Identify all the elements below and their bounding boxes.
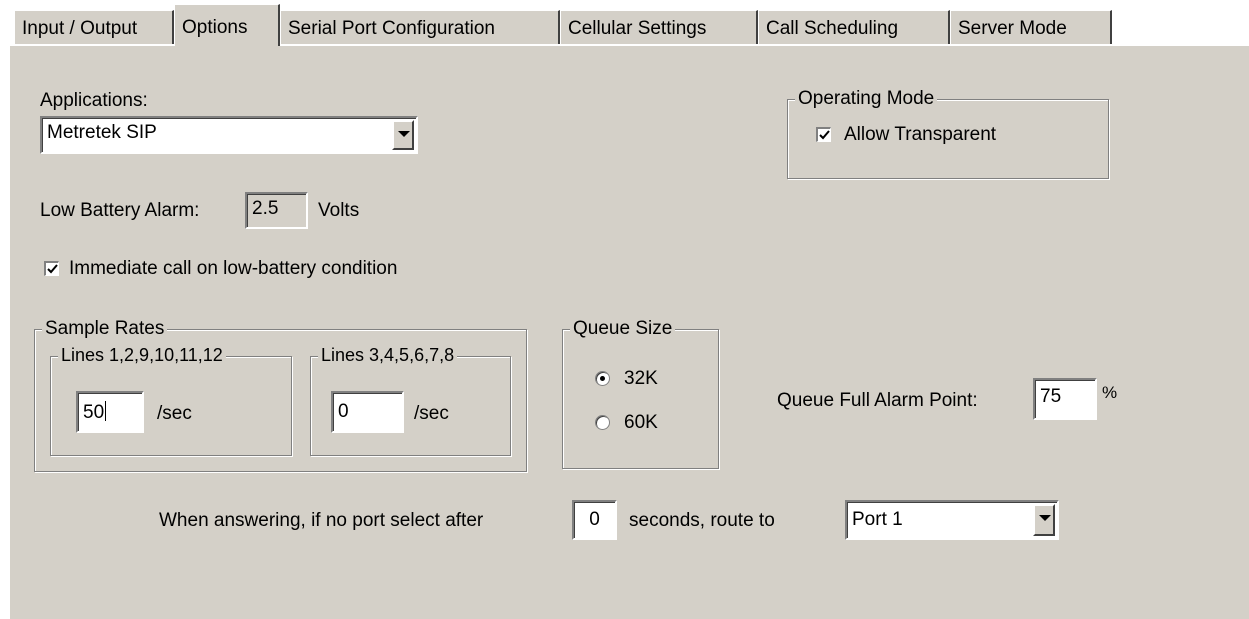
lines-2-title: Lines 3,4,5,6,7,8 bbox=[318, 345, 458, 366]
queue-full-label: Queue Full Alarm Point: bbox=[777, 390, 978, 411]
check-icon bbox=[47, 264, 58, 274]
tab-options[interactable]: Options bbox=[174, 4, 280, 46]
queue-full-input[interactable]: 75 bbox=[1033, 378, 1097, 420]
tab-call-scheduling[interactable]: Call Scheduling bbox=[758, 10, 950, 44]
allow-transparent-checkbox[interactable] bbox=[816, 127, 831, 142]
queue-size-group: Queue Size bbox=[562, 318, 719, 469]
tab-strip: Input / Output Options Serial Port Confi… bbox=[0, 0, 1249, 46]
applications-value: Metretek SIP bbox=[47, 122, 157, 143]
lines-2-rate-input[interactable]: 0 bbox=[331, 391, 404, 433]
lines-2-rate-value: 0 bbox=[338, 401, 349, 422]
tab-server-mode[interactable]: Server Mode bbox=[950, 10, 1112, 44]
allow-transparent-label: Allow Transparent bbox=[844, 124, 997, 145]
queue-size-title: Queue Size bbox=[570, 318, 676, 340]
queue-32k-radio[interactable] bbox=[595, 371, 610, 386]
route-port-dropdown[interactable]: Port 1 bbox=[845, 500, 1059, 540]
text-caret bbox=[105, 401, 107, 421]
low-battery-field[interactable]: 2.5 bbox=[245, 192, 308, 229]
immediate-call-label: Immediate call on low-battery condition bbox=[69, 258, 398, 279]
lines-1-title: Lines 1,2,9,10,11,12 bbox=[58, 345, 226, 366]
volts-label: Volts bbox=[318, 200, 360, 221]
queue-full-value: 75 bbox=[1040, 386, 1062, 407]
answering-prefix: When answering, if no port select after bbox=[159, 510, 484, 531]
route-port-value: Port 1 bbox=[852, 509, 903, 530]
answering-suffix: seconds, route to bbox=[629, 510, 775, 531]
tab-input-output[interactable]: Input / Output bbox=[14, 10, 174, 44]
queue-60k-radio[interactable] bbox=[595, 415, 610, 430]
percent-label: % bbox=[1102, 383, 1118, 402]
applications-dropdown[interactable]: Metretek SIP bbox=[40, 116, 418, 154]
low-battery-value: 2.5 bbox=[252, 198, 279, 219]
low-battery-label: Low Battery Alarm: bbox=[40, 200, 200, 221]
check-icon bbox=[819, 130, 830, 140]
lines-1-rate-value: 50 bbox=[83, 402, 105, 423]
sample-rates-title: Sample Rates bbox=[42, 318, 168, 340]
lines-1-rate-input[interactable]: 50 bbox=[76, 391, 144, 433]
chevron-down-icon[interactable] bbox=[1033, 504, 1055, 536]
immediate-call-checkbox[interactable] bbox=[44, 261, 59, 276]
queue-60k-label: 60K bbox=[624, 412, 658, 433]
answering-seconds-input[interactable]: 0 bbox=[572, 500, 617, 540]
lines-1-unit: /sec bbox=[157, 403, 192, 424]
tab-serial-port-configuration[interactable]: Serial Port Configuration bbox=[280, 10, 560, 44]
queue-32k-label: 32K bbox=[624, 368, 658, 389]
operating-mode-title: Operating Mode bbox=[795, 88, 938, 110]
applications-label: Applications: bbox=[40, 90, 148, 111]
radio-dot bbox=[600, 376, 605, 381]
answering-seconds-value: 0 bbox=[589, 509, 600, 530]
chevron-down-icon[interactable] bbox=[392, 120, 414, 150]
lines-2-unit: /sec bbox=[414, 403, 449, 424]
tab-cellular-settings[interactable]: Cellular Settings bbox=[560, 10, 758, 44]
